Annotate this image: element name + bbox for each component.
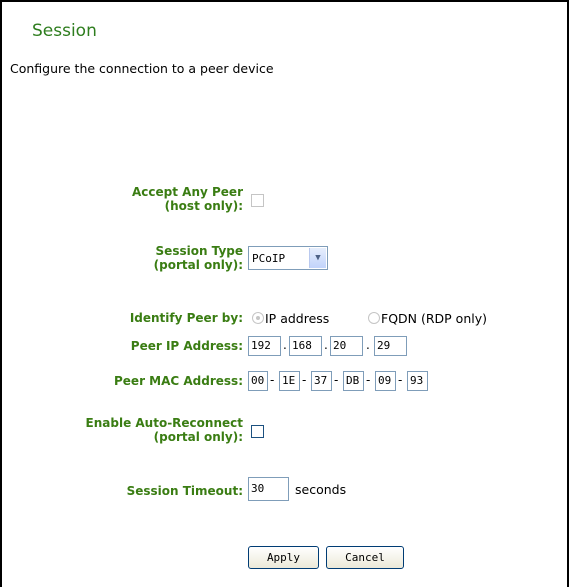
auto-reconnect-label: Enable Auto-Reconnect (portal only):: [86, 416, 243, 444]
peer-ip-octet-2[interactable]: 168: [289, 336, 322, 356]
auto-reconnect-label-line2: (portal only):: [153, 430, 243, 444]
mac-separator: -: [398, 373, 403, 387]
radio-fqdn-label: FQDN (RDP only): [381, 311, 487, 326]
mac-separator: -: [270, 373, 275, 387]
peer-mac-byte-2[interactable]: 1E: [279, 371, 300, 391]
peer-mac-byte-3[interactable]: 37: [311, 371, 332, 391]
session-timeout-input[interactable]: 30: [248, 477, 289, 501]
accept-any-peer-checkbox[interactable]: [251, 194, 264, 207]
peer-ip-octet-4[interactable]: 29: [374, 336, 407, 356]
peer-mac-byte-5[interactable]: 09: [375, 371, 396, 391]
mac-separator: -: [366, 373, 371, 387]
page-title: Session: [32, 21, 97, 41]
auto-reconnect-label-line1: Enable Auto-Reconnect: [85, 416, 243, 430]
accept-any-peer-label-line1: Accept Any Peer: [132, 185, 243, 199]
peer-mac-byte-4[interactable]: DB: [343, 371, 364, 391]
peer-mac-byte-6[interactable]: 93: [407, 371, 428, 391]
mac-separator: -: [334, 373, 339, 387]
session-type-label: Session Type (portal only):: [154, 244, 243, 272]
radio-ip-address-label: IP address: [265, 311, 330, 326]
session-timeout-unit: seconds: [295, 482, 347, 497]
peer-mac-byte-1[interactable]: 00: [248, 371, 268, 391]
peer-ip-octet-1[interactable]: 192: [248, 336, 281, 356]
session-type-select[interactable]: PCoIP ▼: [248, 246, 328, 270]
ip-separator: .: [366, 338, 370, 352]
page-description: Configure the connection to a peer devic…: [10, 61, 274, 76]
peer-mac-label: Peer MAC Address:: [114, 374, 243, 388]
chevron-down-icon[interactable]: ▼: [309, 248, 326, 268]
radio-ip-address[interactable]: [252, 312, 264, 324]
identify-peer-label: Identify Peer by:: [129, 311, 243, 325]
session-type-label-line2: (portal only):: [153, 258, 243, 272]
peer-ip-octet-3[interactable]: 20: [330, 336, 363, 356]
accept-any-peer-label-line2: (host only):: [164, 199, 243, 213]
session-timeout-label: Session Timeout:: [126, 484, 243, 498]
apply-button[interactable]: Apply: [248, 546, 319, 569]
mac-separator: -: [302, 373, 307, 387]
radio-fqdn[interactable]: [368, 312, 380, 324]
cancel-button[interactable]: Cancel: [326, 546, 404, 569]
auto-reconnect-checkbox[interactable]: [251, 425, 264, 438]
accept-any-peer-label: Accept Any Peer (host only):: [132, 185, 243, 213]
peer-ip-label: Peer IP Address:: [130, 339, 243, 353]
session-type-label-line1: Session Type: [155, 244, 243, 258]
ip-separator: .: [283, 338, 287, 352]
ip-separator: .: [324, 338, 328, 352]
session-type-value: PCoIP: [252, 252, 286, 265]
